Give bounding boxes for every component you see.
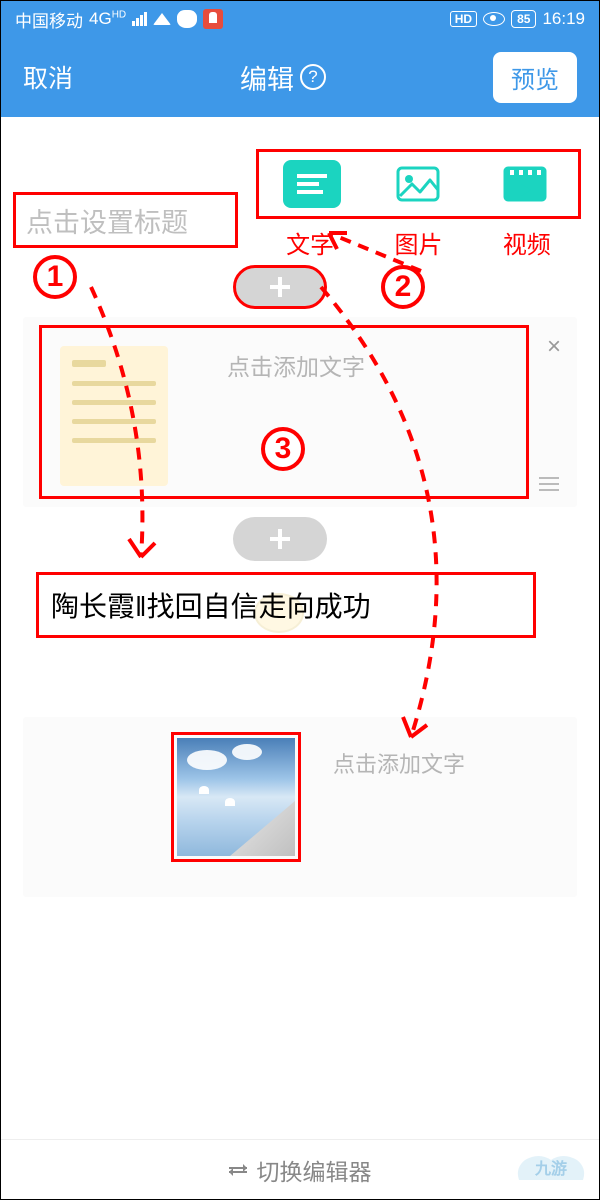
wifi-icon bbox=[153, 13, 171, 25]
hd-badge: HD bbox=[450, 11, 477, 27]
sky-thumbnail bbox=[177, 738, 295, 856]
bottom-bar: 切换编辑器 bbox=[1, 1139, 599, 1199]
app-bar: 取消 编辑 ? 预览 bbox=[1, 37, 599, 117]
status-left: 中国移动 4GHD bbox=[15, 7, 223, 32]
cancel-button[interactable]: 取消 bbox=[23, 59, 73, 95]
carrier-label: 中国移动 bbox=[15, 7, 83, 32]
help-icon[interactable]: ? bbox=[300, 64, 326, 90]
example-headline: 陶长霞‖找回自信走向成功 bbox=[36, 572, 536, 638]
text-hint: 点击添加文字 bbox=[227, 348, 365, 382]
text-label: 文字 bbox=[286, 225, 334, 260]
drag-handle-icon[interactable] bbox=[539, 477, 559, 491]
video-label: 视频 bbox=[503, 225, 551, 260]
swap-icon bbox=[229, 1167, 247, 1173]
add-section-button[interactable] bbox=[233, 265, 327, 309]
eye-icon bbox=[483, 12, 505, 26]
status-right: HD 85 16:19 bbox=[450, 9, 585, 29]
annotation-box-3: 点击添加文字 bbox=[39, 325, 529, 499]
clock: 16:19 bbox=[542, 9, 585, 29]
insert-text-button[interactable] bbox=[283, 160, 341, 208]
example-image bbox=[171, 732, 301, 862]
network-label: 4GHD bbox=[89, 9, 126, 29]
delete-section-button[interactable]: × bbox=[547, 333, 561, 361]
insert-video-button[interactable] bbox=[496, 160, 554, 208]
app-notification-icon bbox=[203, 9, 223, 29]
status-bar: 中国移动 4GHD HD 85 16:19 bbox=[1, 1, 599, 37]
annotation-badge-1: 1 bbox=[33, 255, 77, 299]
insert-image-button[interactable] bbox=[389, 160, 447, 208]
toolbar-labels: 文字 图片 视频 bbox=[256, 225, 581, 260]
add-section-button-2[interactable] bbox=[233, 517, 327, 561]
title-input[interactable]: 点击设置标题 bbox=[13, 192, 238, 248]
text-block-icon bbox=[60, 346, 168, 486]
annotation-badge-2: 2 bbox=[381, 265, 425, 309]
switch-editor-button[interactable]: 切换编辑器 bbox=[257, 1153, 372, 1187]
image-label: 图片 bbox=[394, 225, 442, 260]
preview-button[interactable]: 预览 bbox=[493, 52, 577, 103]
text-section-card[interactable]: 点击添加文字 × bbox=[23, 317, 577, 507]
signal-icon bbox=[132, 12, 147, 26]
image-hint: 点击添加文字 bbox=[333, 747, 465, 779]
svg-text:九游: 九游 bbox=[534, 1159, 567, 1178]
page-title: 编辑 ? bbox=[240, 58, 326, 97]
watermark: 九游 bbox=[511, 1150, 591, 1191]
insert-toolbar bbox=[256, 149, 581, 219]
wechat-icon bbox=[177, 10, 197, 28]
annotation-badge-3: 3 bbox=[261, 427, 305, 471]
battery-icon: 85 bbox=[511, 10, 536, 28]
